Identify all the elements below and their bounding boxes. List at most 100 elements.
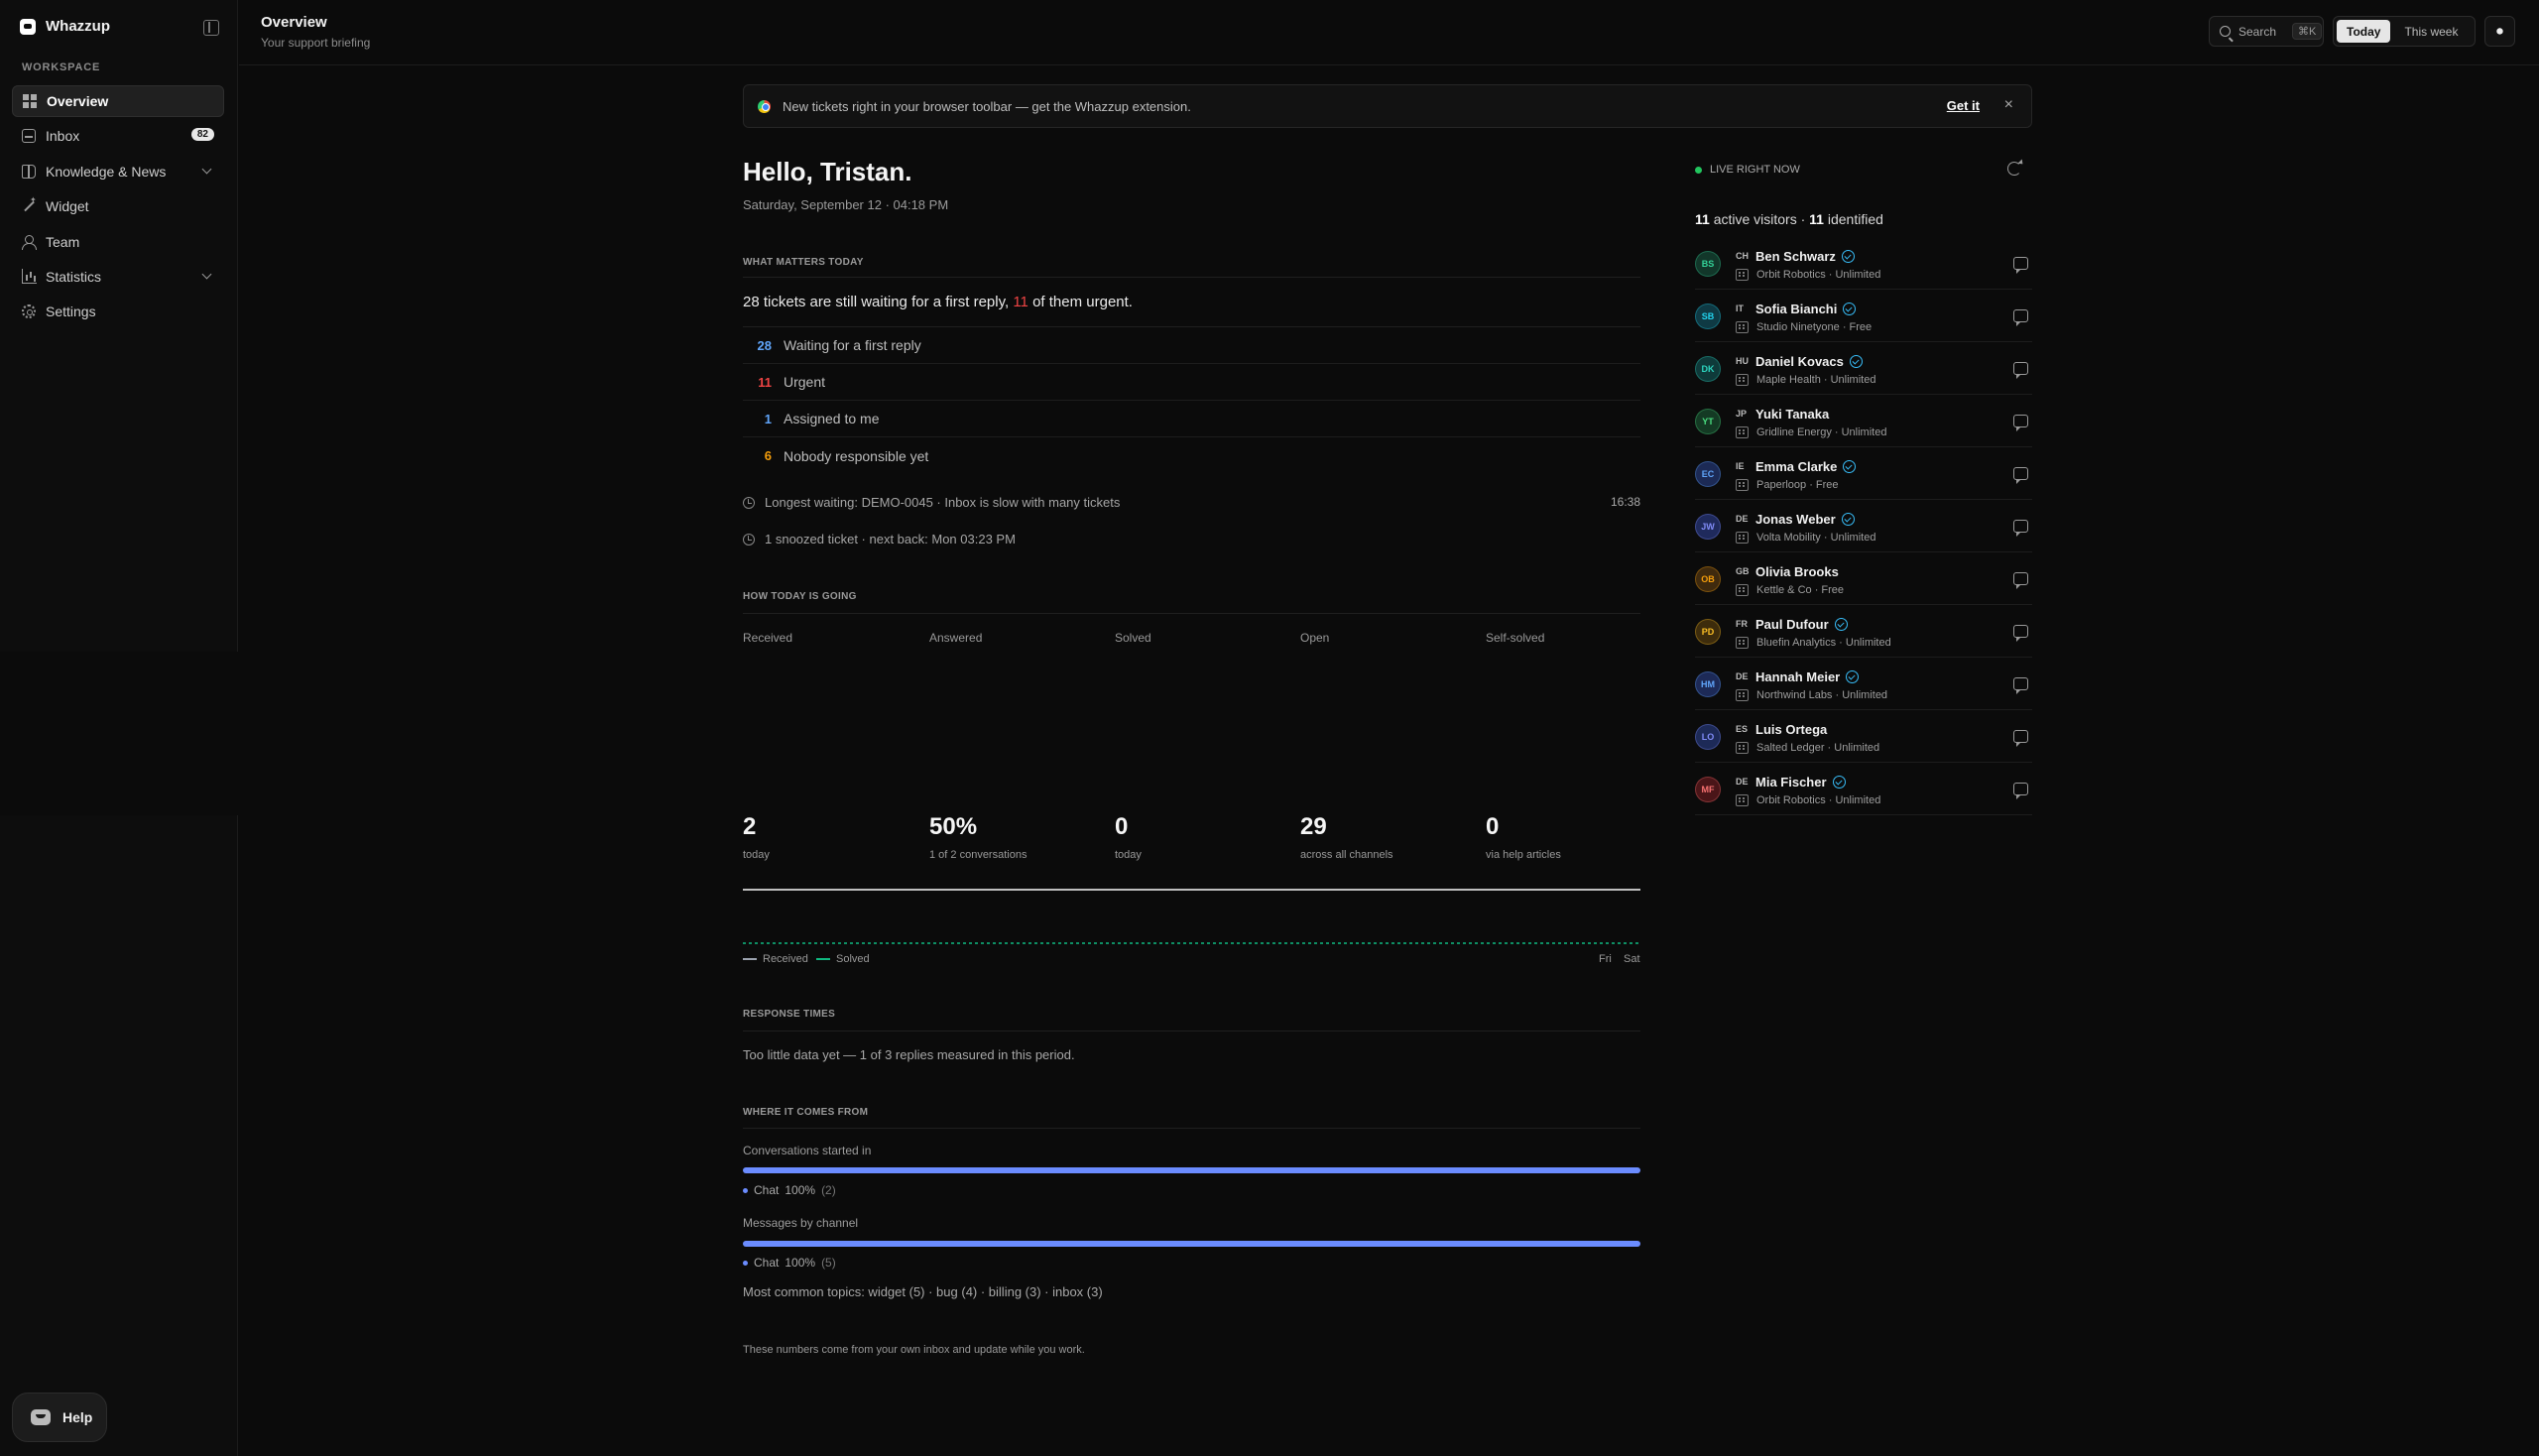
avatar: YT xyxy=(1695,409,1721,434)
chat-icon[interactable] xyxy=(2013,520,2028,537)
refresh-icon[interactable] xyxy=(2007,162,2021,176)
collapse-sidebar-icon[interactable] xyxy=(203,20,219,36)
stat-sub-received: today xyxy=(743,849,770,861)
verified-icon xyxy=(1841,513,1855,526)
sidebar-item-label: Knowledge & News xyxy=(46,163,167,180)
visitor-row[interactable]: PD FR Paul Dufour Bluefin Analytics · Un… xyxy=(1695,605,2032,658)
live-status-dot xyxy=(1695,166,1702,174)
stat-value-received: 2 xyxy=(743,813,757,840)
verified-icon xyxy=(1843,460,1857,473)
sidebar-item-statistics[interactable]: Statistics xyxy=(12,261,224,293)
visitor-row[interactable]: BS CH Ben Schwarz Orbit Robotics · Unlim… xyxy=(1695,237,2032,290)
longest-waiting-line[interactable]: Longest waiting: DEMO-0045 · Inbox is sl… xyxy=(743,495,1120,510)
get-extension-link[interactable]: Get it xyxy=(1947,98,1980,113)
avatar: SB xyxy=(1695,303,1721,329)
metric-label: Nobody responsible yet xyxy=(784,447,929,464)
chat-icon[interactable] xyxy=(2013,677,2028,694)
visitor-company: Salted Ledger · Unlimited xyxy=(1756,742,1880,754)
country-code: DE xyxy=(1736,777,1749,787)
summary-mid: active visitors · xyxy=(1709,211,1810,227)
metric-row-assigned[interactable]: 1 Assigned to me xyxy=(743,401,1640,437)
visitor-company: Studio Ninetyone · Free xyxy=(1756,321,1873,333)
common-topics: Most common topics: widget (5) · bug (4)… xyxy=(743,1284,1103,1299)
sidebar-item-inbox[interactable]: Inbox 82 xyxy=(12,120,224,152)
metric-row-urgent[interactable]: 11 Urgent xyxy=(743,364,1640,401)
chevron-down-icon[interactable] xyxy=(201,269,212,280)
sidebar-item-settings[interactable]: Settings xyxy=(12,296,224,327)
visitor-name: Mia Fischer xyxy=(1755,775,1846,789)
user-avatar-button[interactable]: ⬤ xyxy=(2484,16,2515,47)
app-root: Whazzup WORKSPACE Overview Inbox 82 Know… xyxy=(0,0,2539,1456)
inbox-count-badge: 82 xyxy=(190,128,214,142)
sidebar-item-knowledge-news[interactable]: Knowledge & News xyxy=(12,156,224,187)
help-button[interactable]: Help xyxy=(12,1393,107,1442)
visitor-row[interactable]: LO ES Luis Ortega Salted Ledger · Unlimi… xyxy=(1695,710,2032,763)
chat-icon[interactable] xyxy=(2013,415,2028,431)
sidebar-item-team[interactable]: Team xyxy=(12,226,224,258)
country-code: CH xyxy=(1736,251,1749,261)
chat-icon[interactable] xyxy=(2013,362,2028,379)
sidebar-item-label: Settings xyxy=(46,303,96,320)
headline-text-b: of them urgent. xyxy=(1028,294,1133,310)
visitor-row[interactable]: HM DE Hannah Meier Northwind Labs · Unli… xyxy=(1695,658,2032,710)
chat-icon[interactable] xyxy=(2013,467,2028,484)
verified-icon xyxy=(1841,250,1855,263)
sidebar-item-overview[interactable]: Overview xyxy=(12,85,224,117)
chat-icon[interactable] xyxy=(2013,572,2028,589)
chat-bubble-icon xyxy=(31,1409,51,1425)
range-today[interactable]: Today xyxy=(2337,20,2391,43)
country-code: DE xyxy=(1736,671,1749,681)
started-in-legend: Chat 100% (2) xyxy=(743,1183,836,1197)
brand[interactable]: Whazzup xyxy=(20,18,110,35)
footnote: These numbers come from your own inbox a… xyxy=(743,1344,1085,1356)
visitor-name-text: Hannah Meier xyxy=(1755,669,1841,684)
summary-end: identified xyxy=(1823,211,1883,227)
channel-pct: 100% xyxy=(785,1183,816,1197)
metric-row-waiting[interactable]: 28 Waiting for a first reply xyxy=(743,327,1640,364)
metric-row-unassigned[interactable]: 6 Nobody responsible yet xyxy=(743,437,1640,474)
visitor-row[interactable]: DK HU Daniel Kovacs Maple Health · Unlim… xyxy=(1695,342,2032,395)
snoozed-line[interactable]: 1 snoozed ticket · next back: Mon 03:23 … xyxy=(743,532,1016,546)
matters-headline: 28 tickets are still waiting for a first… xyxy=(743,294,1133,310)
range-this-week[interactable]: This week xyxy=(2394,20,2468,43)
chevron-down-icon[interactable] xyxy=(201,164,212,175)
metric-count: 1 xyxy=(764,411,772,426)
verified-icon xyxy=(1834,618,1848,631)
divider xyxy=(743,1128,1640,1129)
visitor-company: Gridline Energy · Unlimited xyxy=(1756,426,1887,438)
chat-icon[interactable] xyxy=(2013,783,2028,799)
visitor-row[interactable]: OB GB Olivia Brooks Kettle & Co · Free xyxy=(1695,552,2032,605)
visitor-row[interactable]: JW DE Jonas Weber Volta Mobility · Unlim… xyxy=(1695,500,2032,552)
day-label-fri: Fri xyxy=(1599,953,1612,965)
visitor-name: Luis Ortega xyxy=(1755,722,1827,737)
visitor-row[interactable]: YT JP Yuki Tanaka Gridline Energy · Unli… xyxy=(1695,395,2032,447)
stat-head-received: Received xyxy=(743,631,793,645)
app-name: Whazzup xyxy=(46,18,110,35)
visitor-row[interactable]: SB IT Sofia Bianchi Studio Ninetyone · F… xyxy=(1695,290,2032,342)
visitor-name: Olivia Brooks xyxy=(1755,564,1839,579)
search-button[interactable]: Search ⌘K xyxy=(2209,16,2324,47)
metric-label: Urgent xyxy=(784,374,826,390)
chat-icon[interactable] xyxy=(2013,730,2028,747)
extension-banner: New tickets right in your browser toolba… xyxy=(743,84,2032,128)
visitor-row[interactable]: MF DE Mia Fischer Orbit Robotics · Unlim… xyxy=(1695,763,2032,815)
metric-count: 28 xyxy=(757,337,772,353)
verified-icon xyxy=(1846,670,1860,683)
inbox-icon xyxy=(22,129,36,144)
chat-icon[interactable] xyxy=(2013,309,2028,326)
chat-icon[interactable] xyxy=(2013,257,2028,274)
close-icon[interactable]: × xyxy=(2004,96,2013,114)
messages-by-channel-label: Messages by channel xyxy=(743,1216,859,1230)
live-label: LIVE RIGHT NOW xyxy=(1695,164,1800,176)
sidebar-item-widget[interactable]: Widget xyxy=(12,190,224,222)
sidebar-item-label: Overview xyxy=(47,93,109,109)
visitor-name: Jonas Weber xyxy=(1755,512,1855,527)
active-count: 11 xyxy=(1695,211,1710,227)
visitor-row[interactable]: EC IE Emma Clarke Paperloop · Free xyxy=(1695,447,2032,500)
messages-by-channel-bar xyxy=(743,1241,1640,1247)
visitor-company: Kettle & Co · Free xyxy=(1756,584,1845,596)
chat-icon[interactable] xyxy=(2013,625,2028,642)
visitor-name-text: Daniel Kovacs xyxy=(1755,354,1844,369)
legend-label: Received xyxy=(763,953,808,965)
avatar: MF xyxy=(1695,777,1721,802)
